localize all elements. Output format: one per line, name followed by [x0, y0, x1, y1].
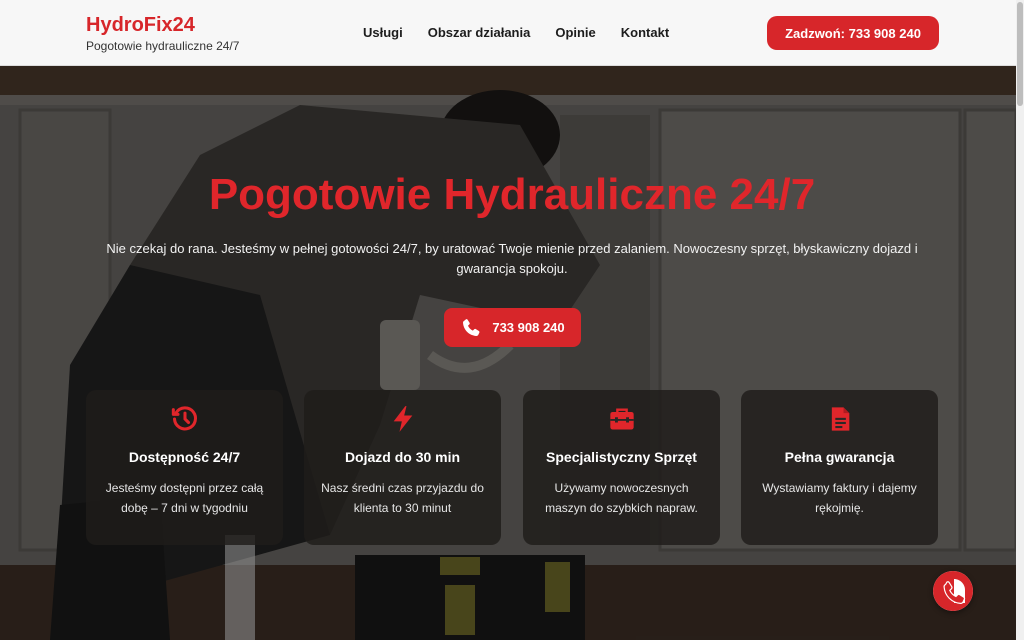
feature-text: Nasz średni czas przyjazdu do klienta to…: [321, 481, 484, 515]
scrollbar-thumb[interactable]: [1017, 2, 1023, 106]
feature-title: Dostępność 24/7: [128, 449, 241, 465]
scrollbar[interactable]: [1016, 0, 1024, 640]
feature-text: Używamy nowoczesnych maszyn do szybkich …: [545, 481, 698, 515]
nav-item-opinie[interactable]: Opinie: [555, 24, 595, 42]
site-header: HydroFix24 Pogotowie hydrauliczne 24/7 U…: [0, 0, 1024, 66]
phone-icon: [463, 318, 480, 336]
main-nav: Usługi Obszar działania Opinie Kontakt: [363, 24, 669, 42]
tagline: Pogotowie hydrauliczne 24/7: [86, 39, 240, 53]
hero-phone-button[interactable]: 733 908 240: [444, 308, 581, 347]
hero-section: Pogotowie Hydrauliczne 24/7 Nie czekaj d…: [0, 65, 1016, 640]
feature-title: Specjalistyczny Sprzęt: [546, 449, 697, 465]
phone-icon: [943, 579, 966, 605]
history-clock-icon: [171, 406, 197, 431]
feature-card-equipment: Specjalistyczny Sprzęt Używamy nowoczesn…: [523, 390, 720, 545]
feature-text: Wystawiamy faktury i dajemy rękojmię.: [762, 481, 917, 515]
nav-item-obszar-dzialania[interactable]: Obszar działania: [428, 24, 531, 42]
hero-title: Pogotowie Hydrauliczne 24/7: [208, 170, 816, 219]
toolbox-icon: [609, 408, 634, 430]
nav-item-uslugi[interactable]: Usługi: [363, 24, 403, 42]
hero-overlay: [0, 65, 1016, 640]
nav-item-kontakt[interactable]: Kontakt: [621, 24, 669, 42]
header-call-button[interactable]: Zadzwoń: 733 908 240: [767, 16, 939, 50]
features-list: Dostępność 24/7 Jesteśmy dostępni przez …: [86, 390, 938, 545]
feature-card-warranty: Pełna gwarancja Wystawiamy faktury i daj…: [741, 390, 938, 545]
hero-phone-label: 733 908 240: [492, 320, 565, 335]
document-icon: [831, 407, 849, 431]
feature-text: Jesteśmy dostępni przez całą dobę – 7 dn…: [105, 481, 264, 515]
brand[interactable]: HydroFix24 Pogotowie hydrauliczne 24/7: [86, 14, 239, 54]
logo[interactable]: HydroFix24: [86, 14, 239, 36]
feature-title: Dojazd do 30 min: [344, 449, 461, 465]
floating-call-button[interactable]: [933, 571, 973, 611]
hero-description: Nie czekaj do rana. Jesteśmy w pełnej go…: [106, 241, 918, 276]
lightning-icon: [393, 406, 412, 432]
feature-title: Pełna gwarancja: [784, 449, 895, 465]
feature-card-availability: Dostępność 24/7 Jesteśmy dostępni przez …: [86, 390, 283, 545]
feature-card-arrival: Dojazd do 30 min Nasz średni czas przyja…: [304, 390, 501, 545]
